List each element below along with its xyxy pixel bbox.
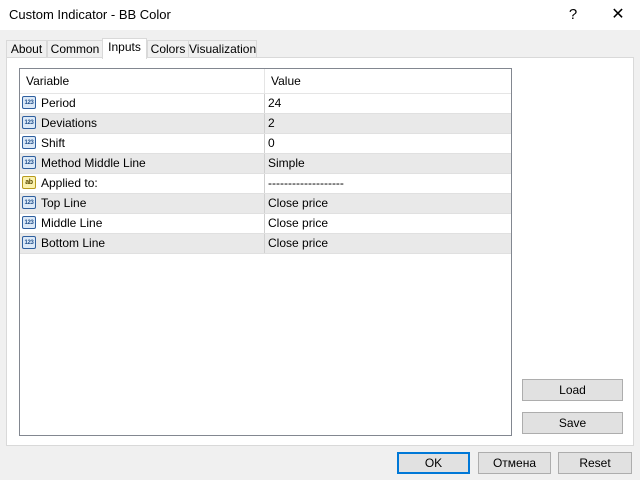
tab-inputs[interactable]: Inputs — [102, 38, 147, 59]
variable-cell: 123 Deviations — [20, 114, 265, 133]
variable-name: Method Middle Line — [41, 156, 146, 170]
string-type-icon: ab — [22, 176, 36, 189]
grid-row-bottom-line[interactable]: 123 Bottom Line Close price — [20, 234, 511, 254]
variable-cell: 123 Bottom Line — [20, 234, 265, 253]
variable-name: Period — [41, 96, 76, 110]
value-cell[interactable]: 0 — [265, 134, 511, 153]
grid-header: Variable Value — [20, 69, 511, 94]
save-button[interactable]: Save — [522, 412, 623, 434]
variable-cell: 123 Top Line — [20, 194, 265, 213]
close-button[interactable]: ✕ — [598, 0, 638, 30]
ok-button[interactable]: OK — [397, 452, 470, 474]
help-button[interactable]: ? — [553, 0, 593, 30]
variable-column-header[interactable]: Variable — [20, 69, 69, 93]
value-cell[interactable]: ------------------- — [265, 174, 511, 193]
reset-button[interactable]: Reset — [558, 452, 632, 474]
number-type-icon: 123 — [22, 216, 36, 229]
grid-row-deviations[interactable]: 123 Deviations 2 — [20, 114, 511, 134]
variable-name: Deviations — [41, 116, 98, 130]
grid-row-method-middle-line[interactable]: 123 Method Middle Line Simple — [20, 154, 511, 174]
number-type-icon: 123 — [22, 96, 36, 109]
tab-colors[interactable]: Colors — [147, 40, 189, 58]
value-cell[interactable]: 24 — [265, 94, 511, 113]
title-bar: Custom Indicator - BB Color ? ✕ — [0, 0, 640, 30]
variable-name: Bottom Line — [41, 236, 106, 250]
grid-row-applied-to[interactable]: ab Applied to: ------------------- — [20, 174, 511, 194]
variable-cell: 123 Shift — [20, 134, 265, 153]
variable-name: Middle Line — [41, 216, 103, 230]
variable-cell: 123 Middle Line — [20, 214, 265, 233]
grid-row-middle-line[interactable]: 123 Middle Line Close price — [20, 214, 511, 234]
value-column-header[interactable]: Value — [265, 69, 301, 93]
value-cell[interactable]: Close price — [265, 194, 511, 213]
number-type-icon: 123 — [22, 236, 36, 249]
cancel-button[interactable]: Отмена — [478, 452, 551, 474]
number-type-icon: 123 — [22, 196, 36, 209]
tab-common[interactable]: Common — [47, 40, 103, 58]
variable-cell: 123 Method Middle Line — [20, 154, 265, 173]
load-button[interactable]: Load — [522, 379, 623, 401]
variable-cell: ab Applied to: — [20, 174, 265, 193]
variable-name: Shift — [41, 136, 66, 150]
value-cell[interactable]: 2 — [265, 114, 511, 133]
grid-row-shift[interactable]: 123 Shift 0 — [20, 134, 511, 154]
grid-row-period[interactable]: 123 Period 24 — [20, 94, 511, 114]
value-cell[interactable]: Close price — [265, 234, 511, 253]
number-type-icon: 123 — [22, 136, 36, 149]
inputs-grid: Variable Value 123 Period 24 123 Deviati… — [19, 68, 512, 436]
value-cell[interactable]: Close price — [265, 214, 511, 233]
tab-visualization[interactable]: Visualization — [188, 40, 257, 58]
number-type-icon: 123 — [22, 116, 36, 129]
inputs-panel: Variable Value 123 Period 24 123 Deviati… — [6, 57, 634, 446]
variable-name: Applied to: — [41, 176, 98, 190]
variable-cell: 123 Period — [20, 94, 265, 113]
tab-about[interactable]: About — [6, 40, 47, 58]
grid-row-top-line[interactable]: 123 Top Line Close price — [20, 194, 511, 214]
window-title: Custom Indicator - BB Color — [9, 7, 171, 22]
variable-name: Top Line — [41, 196, 87, 210]
number-type-icon: 123 — [22, 156, 36, 169]
value-cell[interactable]: Simple — [265, 154, 511, 173]
